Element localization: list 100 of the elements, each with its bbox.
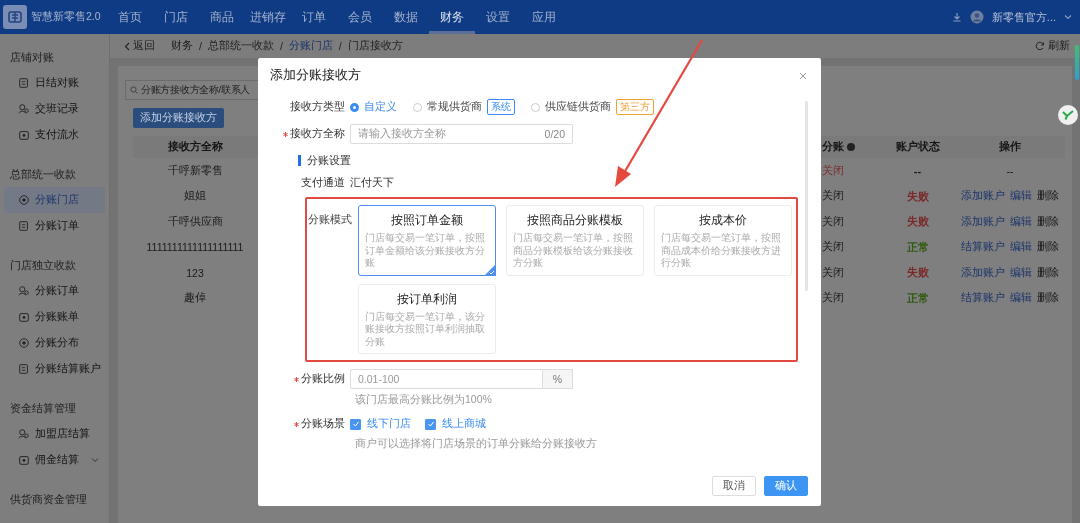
action-link[interactable]: 结算账户 <box>961 240 1005 255</box>
unit-suffix: % <box>543 369 573 389</box>
input-field[interactable]: 请输入接收方全称 0/20 <box>350 124 573 144</box>
nav-tab[interactable]: 进销存 <box>244 0 291 34</box>
nav-tab[interactable]: 会员 <box>336 0 383 34</box>
table-cell-text: 千呼供应商 <box>166 213 224 229</box>
action-link[interactable]: 编辑 <box>1010 265 1032 280</box>
nav-tab[interactable]: 门店 <box>152 0 199 34</box>
sidebar-group-title: 门店独立收款 <box>9 258 77 273</box>
action-link[interactable]: 结算账户 <box>961 291 1005 306</box>
table-cell-text: 1111111111111111111 <box>145 240 245 256</box>
menu-item-icon <box>18 363 30 375</box>
sidebar-item[interactable]: 分账订单 <box>4 278 105 304</box>
nav-tab[interactable]: 财务 <box>428 0 475 34</box>
input-field[interactable]: 0.01-100 <box>350 369 543 389</box>
breadcrumb-separator: / <box>199 40 202 52</box>
sidebar-item[interactable]: 分账订单 <box>4 213 105 239</box>
action-link[interactable]: 添加账户 <box>961 189 1005 204</box>
sidebar-item-label: 分账结算账户 <box>35 362 101 376</box>
nav-tab[interactable]: 设置 <box>474 0 521 34</box>
section-marker <box>298 154 301 166</box>
sidebar-item[interactable]: 支付流水 <box>4 122 105 148</box>
sidebar-item[interactable]: 分账结算账户 <box>4 356 105 382</box>
chevron-down-icon <box>91 457 99 463</box>
column-header: 接收方全称 <box>133 136 257 158</box>
status-text: 失败 <box>906 215 929 228</box>
action-link[interactable]: 添加账户 <box>961 214 1005 229</box>
field-label: 支付通道 <box>300 176 346 190</box>
tag: 系统 <box>487 99 515 115</box>
status-text: 关闭 <box>822 163 844 176</box>
action-link[interactable]: 添加账户 <box>961 265 1005 280</box>
breadcrumb-separator: / <box>279 40 283 52</box>
menu-item-icon <box>18 428 30 440</box>
field-label: 接收方全称 <box>290 127 345 141</box>
section-title: 分账设置 <box>307 152 351 168</box>
sidebar-item-label: 佣金结算 <box>35 453 79 467</box>
hint-text: 商户可以选择将门店场景的订单分账给分账接收方 <box>354 437 598 451</box>
sidebar-item[interactable]: 分账账单 <box>4 304 105 330</box>
sidebar-item-label: 支付流水 <box>35 128 79 142</box>
sidebar-item-label: 日结对账 <box>35 76 79 90</box>
status-text: 关闭 <box>822 214 844 227</box>
sidebar-item[interactable]: 佣金结算 <box>4 447 105 473</box>
table-cell-text: 123 <box>185 265 205 281</box>
column-header: 分账 <box>822 140 844 152</box>
sidebar-item-label: 分账门店 <box>35 193 79 207</box>
radio-option[interactable]: 自定义 <box>350 100 397 114</box>
status-text: 失败 <box>906 189 929 202</box>
table-cell: 删除 <box>1037 291 1059 306</box>
add-receiver-button[interactable]: 添加分账接收方 <box>133 108 224 128</box>
sidebar-item[interactable]: 日结对账 <box>4 70 105 96</box>
search-icon <box>130 86 138 94</box>
status-text: 关闭 <box>822 265 844 278</box>
tag: 第三方 <box>616 99 654 115</box>
menu-item-icon <box>18 103 30 115</box>
field-label: 分账比例 <box>301 372 345 386</box>
selected-check-icon <box>484 263 496 276</box>
radio-option[interactable]: 供应链供货商 <box>531 100 611 114</box>
menu-item-icon <box>18 285 30 297</box>
breadcrumb-item: 财务 <box>171 39 193 53</box>
table-cell-text: 姐姐 <box>183 188 207 204</box>
download-icon[interactable] <box>951 12 962 22</box>
hint-text: 该门店最高分账比例为100% <box>354 393 493 407</box>
chevron-down-icon[interactable] <box>1064 14 1072 20</box>
action-link[interactable]: 编辑 <box>1010 291 1032 306</box>
refresh-button[interactable]: 刷新 <box>1035 39 1070 53</box>
confirm-button[interactable]: 确认 <box>764 476 808 496</box>
table-cell: 删除 <box>1037 214 1059 229</box>
sidebar-group-title: 资金结算管理 <box>9 401 77 416</box>
check-icon <box>351 420 360 428</box>
nav-tab[interactable]: 商品 <box>198 0 245 34</box>
action-link[interactable]: 编辑 <box>1010 240 1032 255</box>
table-cell: 删除 <box>1037 265 1059 280</box>
breadcrumb-item: 总部统一收款 <box>207 39 274 53</box>
nav-tab[interactable]: 订单 <box>290 0 337 34</box>
radio-option[interactable]: 常规供货商 <box>413 100 482 114</box>
nav-tab[interactable]: 首页 <box>106 0 153 34</box>
refresh-icon <box>1035 41 1045 51</box>
action-link[interactable]: 编辑 <box>1010 214 1032 229</box>
sidebar-item[interactable]: 交班记录 <box>4 96 105 122</box>
table-cell: -- <box>1006 164 1014 177</box>
nav-tab[interactable]: 应用 <box>520 0 567 34</box>
cancel-button[interactable]: 取消 <box>712 476 756 496</box>
breadcrumb-item[interactable]: 分账门店 <box>288 39 333 53</box>
sidebar-item-label: 分账账单 <box>35 310 79 324</box>
table-cell: 删除 <box>1037 240 1059 255</box>
menu-item-icon <box>18 311 30 323</box>
assistant-icon[interactable] <box>1058 105 1078 125</box>
sidebar-item[interactable]: 加盟店结算 <box>4 421 105 447</box>
back-link[interactable]: 返回 <box>124 39 155 53</box>
user-name[interactable]: 新零售官方... <box>991 9 1056 25</box>
menu-item-icon <box>18 129 30 141</box>
checkbox-option[interactable]: 线下门店 <box>350 417 411 431</box>
sidebar-item[interactable]: 分账分布 <box>4 330 105 356</box>
avatar-icon[interactable] <box>969 10 984 24</box>
scrollbar-thumb[interactable] <box>1075 45 1079 80</box>
checkbox-option[interactable]: 线上商城 <box>425 417 486 431</box>
sidebar-group-title: 总部统一收款 <box>9 167 77 182</box>
sidebar-item[interactable]: 分账门店 <box>4 187 105 213</box>
nav-tab[interactable]: 数据 <box>382 0 429 34</box>
action-link[interactable]: 编辑 <box>1010 189 1032 204</box>
